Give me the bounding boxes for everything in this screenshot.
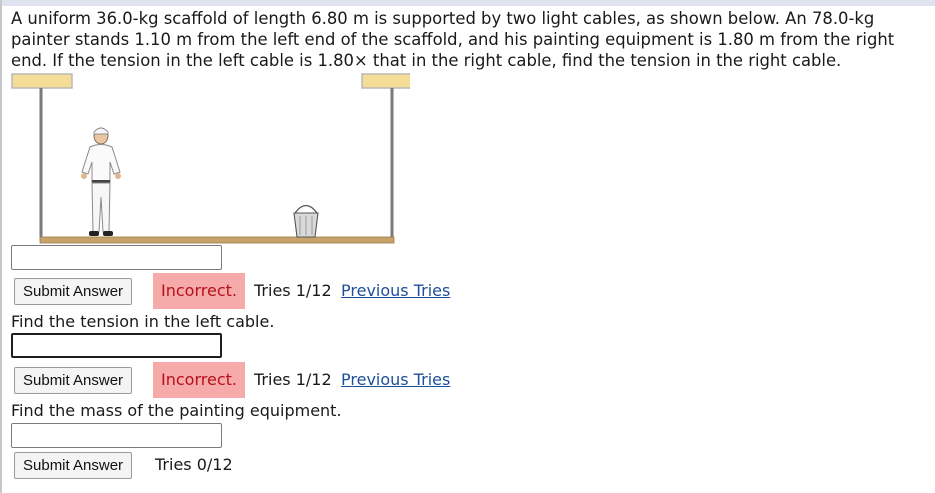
- problem-statement: A uniform 36.0-kg scaffold of length 6.8…: [11, 9, 895, 70]
- right-tension-input[interactable]: [11, 245, 222, 270]
- submit-answer-button-part3[interactable]: Submit Answer: [14, 452, 133, 479]
- scaffold-plank: [39, 236, 395, 244]
- part3-prompt: Find the mass of the painting equipment.: [11, 401, 342, 420]
- tries-count-part1: Tries 1/12: [254, 281, 332, 300]
- previous-tries-link-part2[interactable]: Previous Tries: [341, 369, 450, 391]
- right-ceiling-mount: [361, 73, 410, 89]
- left-border: [0, 0, 2, 493]
- tries-count-part3: Tries 0/12: [155, 455, 233, 474]
- submit-answer-button-part1[interactable]: Submit Answer: [14, 278, 133, 305]
- submit-answer-button-part2[interactable]: Submit Answer: [14, 367, 133, 394]
- paint-bucket: [293, 204, 319, 238]
- painter-figure: [81, 127, 121, 236]
- part2-prompt: Find the tension in the left cable.: [11, 312, 275, 331]
- left-tension-input[interactable]: [11, 333, 222, 358]
- status-badge-part2: Incorrect.: [153, 362, 245, 398]
- tries-count-part2: Tries 1/12: [254, 370, 332, 389]
- scaffold-figure: [11, 73, 410, 244]
- top-header-strip: [0, 0, 935, 6]
- left-ceiling-mount: [11, 73, 73, 89]
- previous-tries-link-part1[interactable]: Previous Tries: [341, 280, 450, 302]
- status-badge-part1: Incorrect.: [153, 273, 245, 309]
- equipment-mass-input[interactable]: [11, 423, 222, 448]
